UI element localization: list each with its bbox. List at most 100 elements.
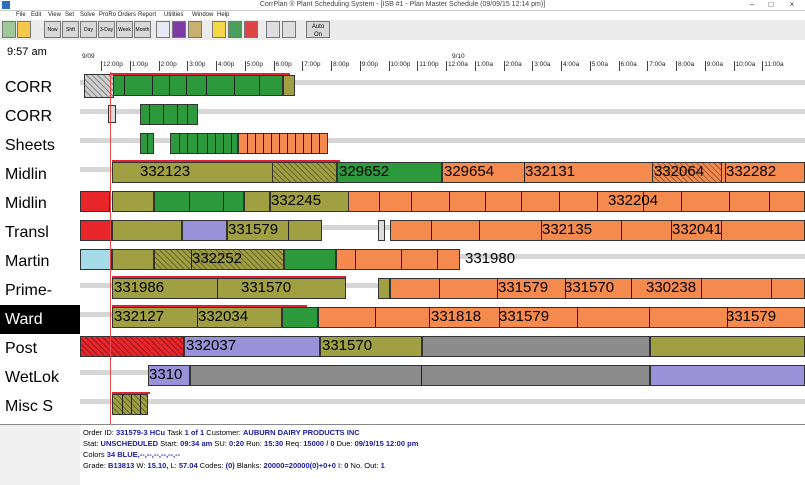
- block-divider: [122, 395, 123, 414]
- folder-icon[interactable]: [17, 21, 31, 38]
- block-divider: [131, 395, 132, 414]
- schedule-block[interactable]: [112, 220, 182, 241]
- time-tick-mark: [503, 61, 505, 71]
- time-tick-label: 8:00p: [333, 61, 350, 68]
- machine-row-label[interactable]: Martin: [0, 247, 80, 276]
- schedule-block[interactable]: [113, 75, 283, 96]
- machine-row-label[interactable]: Prime-: [0, 276, 80, 305]
- block-divider: [271, 134, 272, 153]
- schedule-block[interactable]: [112, 191, 154, 212]
- time-tick-mark: [101, 61, 102, 71]
- pencil-icon[interactable]: [188, 21, 202, 38]
- machine-row-label[interactable]: Post: [0, 334, 80, 363]
- schedule-block[interactable]: [348, 191, 805, 212]
- menu-edit[interactable]: Edit: [31, 11, 41, 20]
- menu-solve[interactable]: Solve: [80, 11, 95, 20]
- time-tick-mark: [561, 61, 562, 71]
- close-button[interactable]: ×: [783, 0, 801, 10]
- stop-icon[interactable]: [244, 21, 258, 38]
- schedule-block[interactable]: [650, 336, 805, 357]
- schedule-block[interactable]: [390, 220, 805, 241]
- alert-icon[interactable]: [212, 21, 226, 38]
- machine-row-label[interactable]: Misc S: [0, 392, 80, 421]
- details-line-1: Order ID: 331579-3 HCu Task 1 of 1 Custo…: [83, 428, 360, 437]
- time-tick-label: 3:00p: [189, 61, 206, 68]
- schedule-block[interactable]: [283, 75, 295, 96]
- schedule-block[interactable]: [140, 104, 198, 125]
- machine-row-label[interactable]: Midlin: [0, 189, 80, 218]
- shift-button[interactable]: Shft: [62, 21, 79, 38]
- schedule-block[interactable]: [80, 249, 112, 270]
- schedule-block[interactable]: [140, 133, 154, 154]
- schedule-block[interactable]: [112, 249, 154, 270]
- order-id-label: 332123: [140, 163, 191, 180]
- menu-help[interactable]: Help: [217, 11, 229, 20]
- details-line-3: Colors 34 BLUE,--,--,--,--,--,--: [83, 450, 180, 459]
- chart-icon[interactable]: [2, 21, 16, 38]
- schedule-block[interactable]: [238, 133, 328, 154]
- menu-view[interactable]: View: [48, 11, 61, 20]
- schedule-block[interactable]: [154, 191, 244, 212]
- menu-utilities[interactable]: Utilities: [164, 11, 183, 20]
- menu-file[interactable]: File: [16, 11, 26, 20]
- graph-icon[interactable]: [156, 21, 170, 38]
- block-divider: [597, 192, 598, 211]
- minimize-button[interactable]: –: [743, 0, 761, 10]
- auto-on-button[interactable]: Auto On: [306, 21, 330, 38]
- block-divider: [287, 134, 288, 153]
- time-tick-label: 7:00a: [649, 61, 666, 68]
- schedule-block[interactable]: [272, 162, 337, 183]
- now-button[interactable]: Now: [44, 21, 61, 38]
- width-label: W:: [136, 461, 146, 470]
- schedule-block[interactable]: [182, 220, 227, 241]
- machine-row-label[interactable]: CORR: [0, 73, 80, 102]
- menu-proro-orders[interactable]: ProRo Orders: [99, 11, 136, 20]
- menu-window[interactable]: Window: [192, 11, 213, 20]
- three-day-button[interactable]: 3-Day: [98, 21, 115, 38]
- block-divider: [355, 250, 356, 269]
- gears-icon[interactable]: [266, 21, 280, 38]
- machine-row-label[interactable]: Ward: [0, 305, 80, 334]
- schedule-block[interactable]: [244, 191, 270, 212]
- time-tick-mark: [618, 61, 620, 71]
- day-button[interactable]: Day: [80, 21, 97, 38]
- machine-row-label[interactable]: CORR: [0, 102, 80, 131]
- machine-row-label[interactable]: Sheets: [0, 131, 80, 160]
- no-out-value: 1: [380, 461, 385, 470]
- req-value: 15000 / 0: [303, 439, 335, 448]
- task-value: 1 of 1: [184, 428, 205, 437]
- time-tick-label: 9:00p: [361, 61, 379, 68]
- truck-icon[interactable]: [228, 21, 242, 38]
- schedule-block[interactable]: [112, 394, 148, 415]
- time-tick-mark: [187, 61, 189, 71]
- menu-report[interactable]: Report: [138, 11, 156, 20]
- auto-label: Auto: [311, 24, 325, 30]
- schedule-block[interactable]: [378, 220, 385, 241]
- week-button[interactable]: Week: [116, 21, 133, 38]
- schedule-block[interactable]: [284, 249, 336, 270]
- schedule-block[interactable]: [282, 307, 318, 328]
- schedule-block[interactable]: [170, 133, 238, 154]
- maximize-button[interactable]: □: [762, 0, 780, 10]
- schedule-block[interactable]: [378, 278, 390, 299]
- schedule-block[interactable]: [336, 249, 460, 270]
- machine-row-label[interactable]: Midlin: [0, 160, 80, 189]
- schedule-block[interactable]: [650, 365, 805, 386]
- customer-value: AUBURN DAIRY PRODUCTS INC: [242, 428, 360, 437]
- menu-set[interactable]: Set: [65, 11, 74, 20]
- schedule-grid: 332123 329652 329654 332131 332064 332282 3322…: [80, 72, 805, 424]
- order-id-label: 331818: [431, 308, 482, 325]
- time-tick-label: 5:00p: [246, 61, 264, 68]
- schedule-block[interactable]: [422, 336, 650, 357]
- su-label: SU:: [214, 439, 227, 448]
- settings-icon[interactable]: [282, 21, 296, 38]
- colors-value: 34 BLUE,--,--,--,--,--,--: [106, 450, 181, 459]
- machine-row-label[interactable]: Transl: [0, 218, 80, 247]
- schedule-block[interactable]: [80, 336, 184, 357]
- purple-tool-icon[interactable]: [172, 21, 186, 38]
- machine-row-label[interactable]: WetLok: [0, 363, 80, 392]
- month-button[interactable]: Month: [134, 21, 151, 38]
- schedule-block[interactable]: [80, 220, 112, 241]
- schedule-block[interactable]: [190, 365, 650, 386]
- schedule-block[interactable]: [80, 191, 110, 212]
